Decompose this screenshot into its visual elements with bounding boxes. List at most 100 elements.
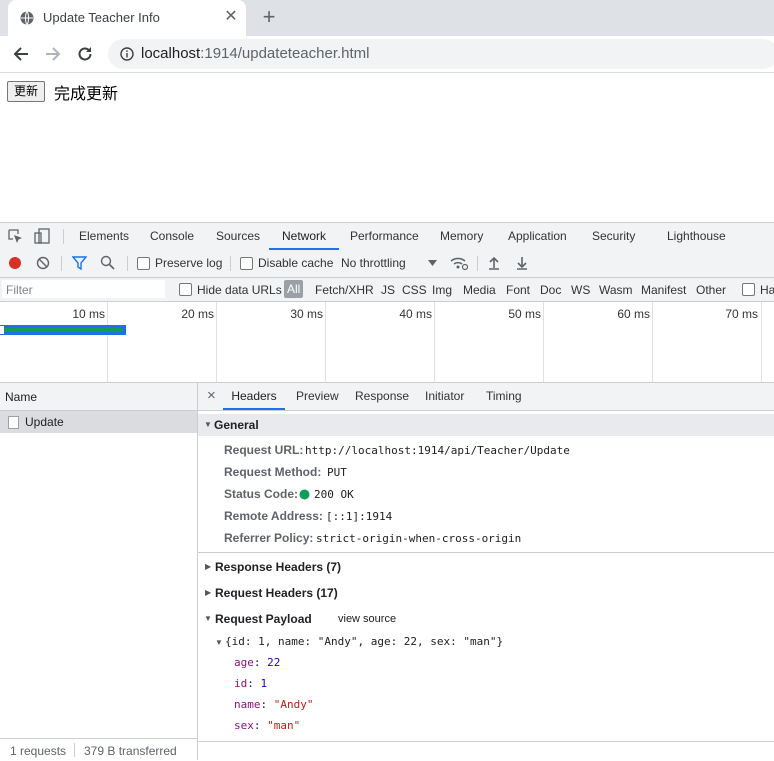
expand-right-icon: ▶ <box>205 588 212 597</box>
timeline-gridline <box>434 302 435 382</box>
browser-tab[interactable]: Update Teacher Info ✕ <box>8 0 246 36</box>
filter-type-js[interactable]: JS <box>381 283 395 297</box>
clear-icon[interactable] <box>36 256 50 270</box>
expand-down-icon: ▼ <box>204 614 212 623</box>
request-payload-section[interactable]: ▼ Request Payload view source <box>198 608 774 630</box>
tab-lighthouse[interactable]: Lighthouse <box>667 223 726 250</box>
tab-performance[interactable]: Performance <box>350 223 419 250</box>
filter-type-wasm[interactable]: Wasm <box>599 283 633 297</box>
tab-security[interactable]: Security <box>592 223 635 250</box>
filter-type-ws[interactable]: WS <box>571 283 590 297</box>
general-section-header[interactable]: ▼ General <box>198 414 774 436</box>
filter-type-font[interactable]: Font <box>506 283 530 297</box>
filter-type-css[interactable]: CSS <box>402 283 427 297</box>
update-button[interactable]: 更新 <box>7 81 46 102</box>
address-bar[interactable]: localhost:1914/updateteacher.html <box>108 39 774 69</box>
payload-number-value: 1 <box>260 677 268 690</box>
request-url-key: Request URL: <box>224 443 304 457</box>
import-har-icon[interactable] <box>488 256 500 270</box>
browser-toolbar: localhost:1914/updateteacher.html <box>0 36 774 73</box>
tab-initiator[interactable]: Initiator <box>425 383 464 410</box>
name-header-label: Name <box>5 390 38 404</box>
payload-string-value: "Andy" <box>273 698 314 711</box>
timeline-gridline <box>543 302 544 382</box>
preserve-log-label: Preserve log <box>155 256 223 270</box>
tab-headers[interactable]: Headers <box>223 383 285 410</box>
filter-type-fetch-xhr[interactable]: Fetch/XHR <box>315 283 374 297</box>
divider <box>63 229 64 244</box>
tab-network[interactable]: Network <box>269 223 339 250</box>
network-toolbar: Preserve log Disable cache No throttling <box>0 250 774 278</box>
close-tab-icon[interactable]: ✕ <box>222 6 240 28</box>
filter-type-other[interactable]: Other <box>696 283 726 297</box>
disable-cache-checkbox[interactable] <box>240 257 253 270</box>
timeline-handle[interactable] <box>0 326 4 334</box>
search-icon[interactable] <box>100 255 115 270</box>
has-blocked-cookies-checkbox[interactable] <box>742 283 755 296</box>
network-conditions-icon[interactable] <box>450 255 468 271</box>
timeline-tick-label: 70 ms <box>725 307 758 321</box>
info-icon[interactable] <box>120 47 134 61</box>
new-tab-icon[interactable]: + <box>258 5 280 29</box>
filter-type-img[interactable]: Img <box>432 283 452 297</box>
tab-response[interactable]: Response <box>355 383 409 410</box>
update-status-text: 完成更新 <box>54 86 119 103</box>
request-method-value: PUT <box>327 466 347 479</box>
view-source-link[interactable]: view source <box>338 613 396 625</box>
tab-title: Update Teacher Info <box>43 10 160 25</box>
tab-memory[interactable]: Memory <box>440 223 483 250</box>
timeline-tick-label: 40 ms <box>399 307 432 321</box>
divider <box>198 741 774 742</box>
document-icon <box>8 416 19 429</box>
tab-timing[interactable]: Timing <box>486 383 522 410</box>
divider <box>477 256 478 271</box>
record-icon[interactable] <box>8 256 22 270</box>
devtools-tab-bar: Elements Console Sources Network Perform… <box>0 222 774 251</box>
tab-sources[interactable]: Sources <box>216 223 260 250</box>
status-code-value: 200 OK <box>314 488 354 501</box>
filter-input[interactable]: Filter <box>2 280 165 298</box>
filter-type-media[interactable]: Media <box>463 283 496 297</box>
tab-application[interactable]: Application <box>508 223 567 250</box>
expand-down-icon[interactable]: ▼ <box>215 638 223 647</box>
tab-preview[interactable]: Preview <box>296 383 339 410</box>
request-row[interactable]: Update <box>0 411 197 433</box>
forward-icon[interactable] <box>40 41 66 67</box>
request-url-value: http://localhost:1914/api/Teacher/Update <box>305 444 570 457</box>
request-waterfall-bar <box>4 328 122 332</box>
back-icon[interactable] <box>8 41 34 67</box>
timeline-gridline <box>761 302 762 382</box>
device-toolbar-icon[interactable] <box>34 228 50 244</box>
payload-name: name: "Andy" <box>234 698 314 711</box>
name-column-header[interactable]: Name <box>0 383 197 411</box>
filter-type-all[interactable]: All <box>284 280 304 298</box>
response-headers-section[interactable]: ▶ Response Headers (7) <box>198 556 774 578</box>
referrer-policy-key: Referrer Policy: <box>224 531 314 545</box>
filter-type-manifest[interactable]: Manifest <box>641 283 686 297</box>
inspect-element-icon[interactable] <box>8 229 23 244</box>
payload-key: name <box>234 698 261 711</box>
network-timeline[interactable]: 10 ms 20 ms 30 ms 40 ms 50 ms 60 ms 70 m… <box>0 302 774 383</box>
hide-data-urls-label: Hide data URLs <box>197 283 282 297</box>
request-list-panel: Name Update 1 requests 379 B transferred <box>0 383 198 761</box>
preserve-log-checkbox[interactable] <box>137 257 150 270</box>
close-icon[interactable]: × <box>207 387 216 404</box>
globe-icon <box>20 11 34 25</box>
request-method-key: Request Method: <box>224 465 322 479</box>
request-headers-section[interactable]: ▶ Request Headers (17) <box>198 582 774 604</box>
timeline-gridline <box>652 302 653 382</box>
chevron-down-icon[interactable] <box>428 260 437 266</box>
export-har-icon[interactable] <box>516 256 528 270</box>
divider <box>127 256 128 271</box>
throttling-select[interactable]: No throttling <box>341 256 406 270</box>
tab-elements[interactable]: Elements <box>79 223 129 250</box>
referrer-policy-value: strict-origin-when-cross-origin <box>316 532 522 545</box>
payload-sex: sex: "man" <box>234 719 301 732</box>
expand-right-icon: ▶ <box>205 562 212 571</box>
tab-console[interactable]: Console <box>150 223 194 250</box>
hide-data-urls-checkbox[interactable] <box>179 283 192 296</box>
divider <box>61 256 62 271</box>
reload-icon[interactable] <box>72 41 98 67</box>
filter-icon[interactable] <box>72 256 87 270</box>
filter-type-doc[interactable]: Doc <box>540 283 561 297</box>
